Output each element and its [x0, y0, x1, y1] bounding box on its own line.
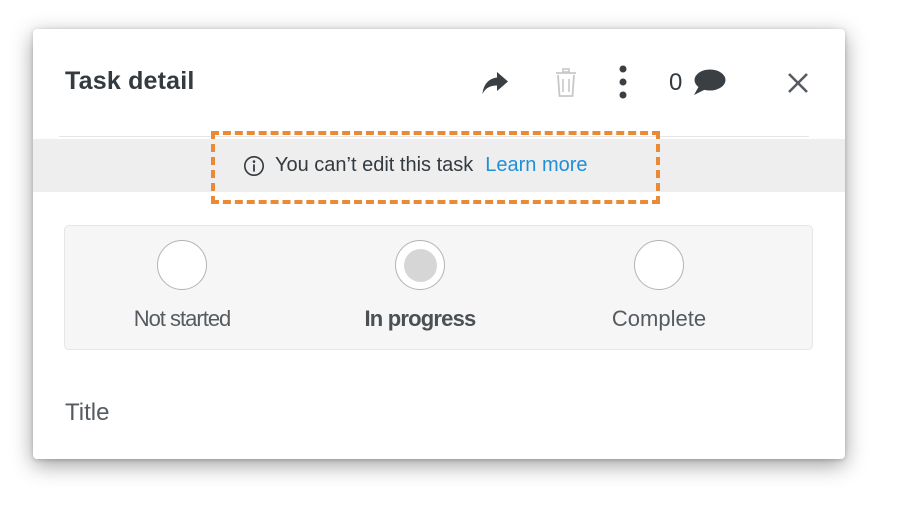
- close-button[interactable]: [783, 65, 813, 101]
- status-option-complete[interactable]: Complete: [559, 240, 759, 340]
- more-options-button[interactable]: [613, 65, 633, 101]
- panel-header: Task detail 0: [33, 29, 845, 137]
- radio-selected-dot: [403, 248, 437, 282]
- status-label: Complete: [611, 306, 707, 331]
- share-icon: [482, 72, 508, 94]
- comments-button[interactable]: 0: [669, 65, 741, 101]
- notice-content: You can’t edit this task Learn more: [243, 154, 588, 177]
- notice-message: You can’t edit this task: [275, 154, 474, 176]
- panel-title: Task detail: [65, 67, 195, 95]
- status-selector: Not started In progress Complete: [64, 225, 813, 350]
- delete-button[interactable]: [551, 65, 581, 101]
- comment-icon: [694, 69, 726, 95]
- read-only-notice: You can’t edit this task Learn more: [33, 139, 845, 192]
- learn-more-link[interactable]: Learn more: [485, 154, 587, 177]
- radio-button[interactable]: [157, 240, 207, 290]
- more-vertical-icon: [619, 65, 627, 99]
- status-option-not-started[interactable]: Not started: [82, 240, 282, 340]
- close-icon: [788, 73, 808, 93]
- trash-icon: [556, 68, 576, 97]
- status-label: Not started: [133, 306, 232, 331]
- title-field-label: Title: [65, 399, 110, 426]
- status-option-in-progress[interactable]: In progress: [320, 240, 520, 340]
- comment-count: 0: [669, 69, 683, 96]
- share-button[interactable]: [477, 65, 513, 101]
- header-divider: [59, 136, 809, 137]
- status-label: In progress: [364, 306, 476, 331]
- radio-button[interactable]: [634, 240, 684, 290]
- radio-button-selected[interactable]: [395, 240, 445, 290]
- info-icon: [243, 155, 265, 177]
- task-detail-panel: Task detail 0 You can’t edit this task L…: [33, 29, 845, 459]
